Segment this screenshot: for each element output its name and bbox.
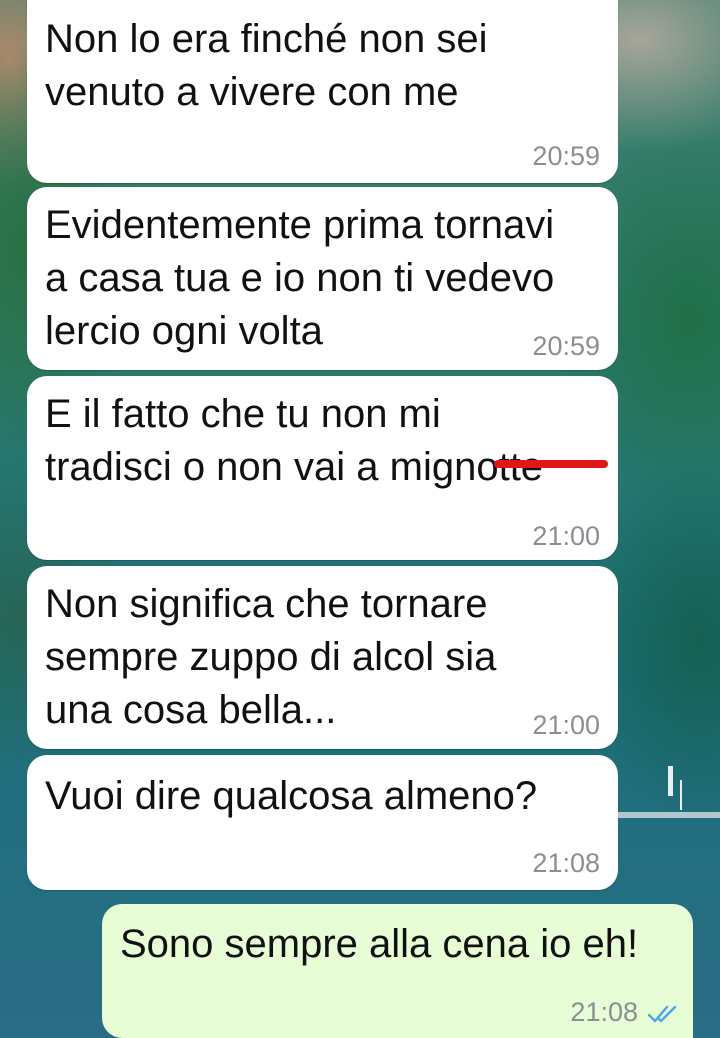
message-timestamp: 21:00 xyxy=(532,710,600,740)
message-text: E il fatto che tu non mi tradisci o non … xyxy=(45,392,544,489)
red-scribble-censor-mark xyxy=(494,460,608,468)
wallpaper-road xyxy=(612,812,720,818)
incoming-message-bubble[interactable]: Vuoi dire qualcosa almeno? 21:08 xyxy=(27,755,618,890)
message-text: Vuoi dire qualcosa almeno? xyxy=(45,774,538,818)
wallpaper-pole-2 xyxy=(680,780,682,810)
message-timestamp: 21:00 xyxy=(532,521,600,551)
message-timestamp: 20:59 xyxy=(532,141,600,171)
incoming-message-bubble[interactable]: Non significa che tornare sempre zuppo d… xyxy=(27,566,618,749)
message-timestamp: 21:08 xyxy=(532,848,600,878)
message-text: Non significa che tornare sempre zuppo d… xyxy=(45,582,497,732)
outgoing-message-bubble[interactable]: Sono sempre alla cena io eh! 21:08 xyxy=(102,904,693,1038)
read-double-check-icon xyxy=(647,1005,677,1023)
message-timestamp: 21:08 xyxy=(570,997,638,1027)
message-text: Sono sempre alla cena io eh! xyxy=(120,922,639,966)
message-timestamp: 20:59 xyxy=(532,331,600,361)
incoming-message-bubble[interactable]: Evidentemente prima tornavi a casa tua e… xyxy=(27,187,618,370)
incoming-message-bubble[interactable]: Non lo era finché non sei venuto a viver… xyxy=(27,0,618,183)
message-text: Evidentemente prima tornavi a casa tua e… xyxy=(45,203,555,353)
incoming-message-bubble[interactable]: E il fatto che tu non mi tradisci o non … xyxy=(27,376,618,560)
message-text: Non lo era finché non sei venuto a viver… xyxy=(45,17,488,114)
wallpaper-pole xyxy=(668,766,673,796)
